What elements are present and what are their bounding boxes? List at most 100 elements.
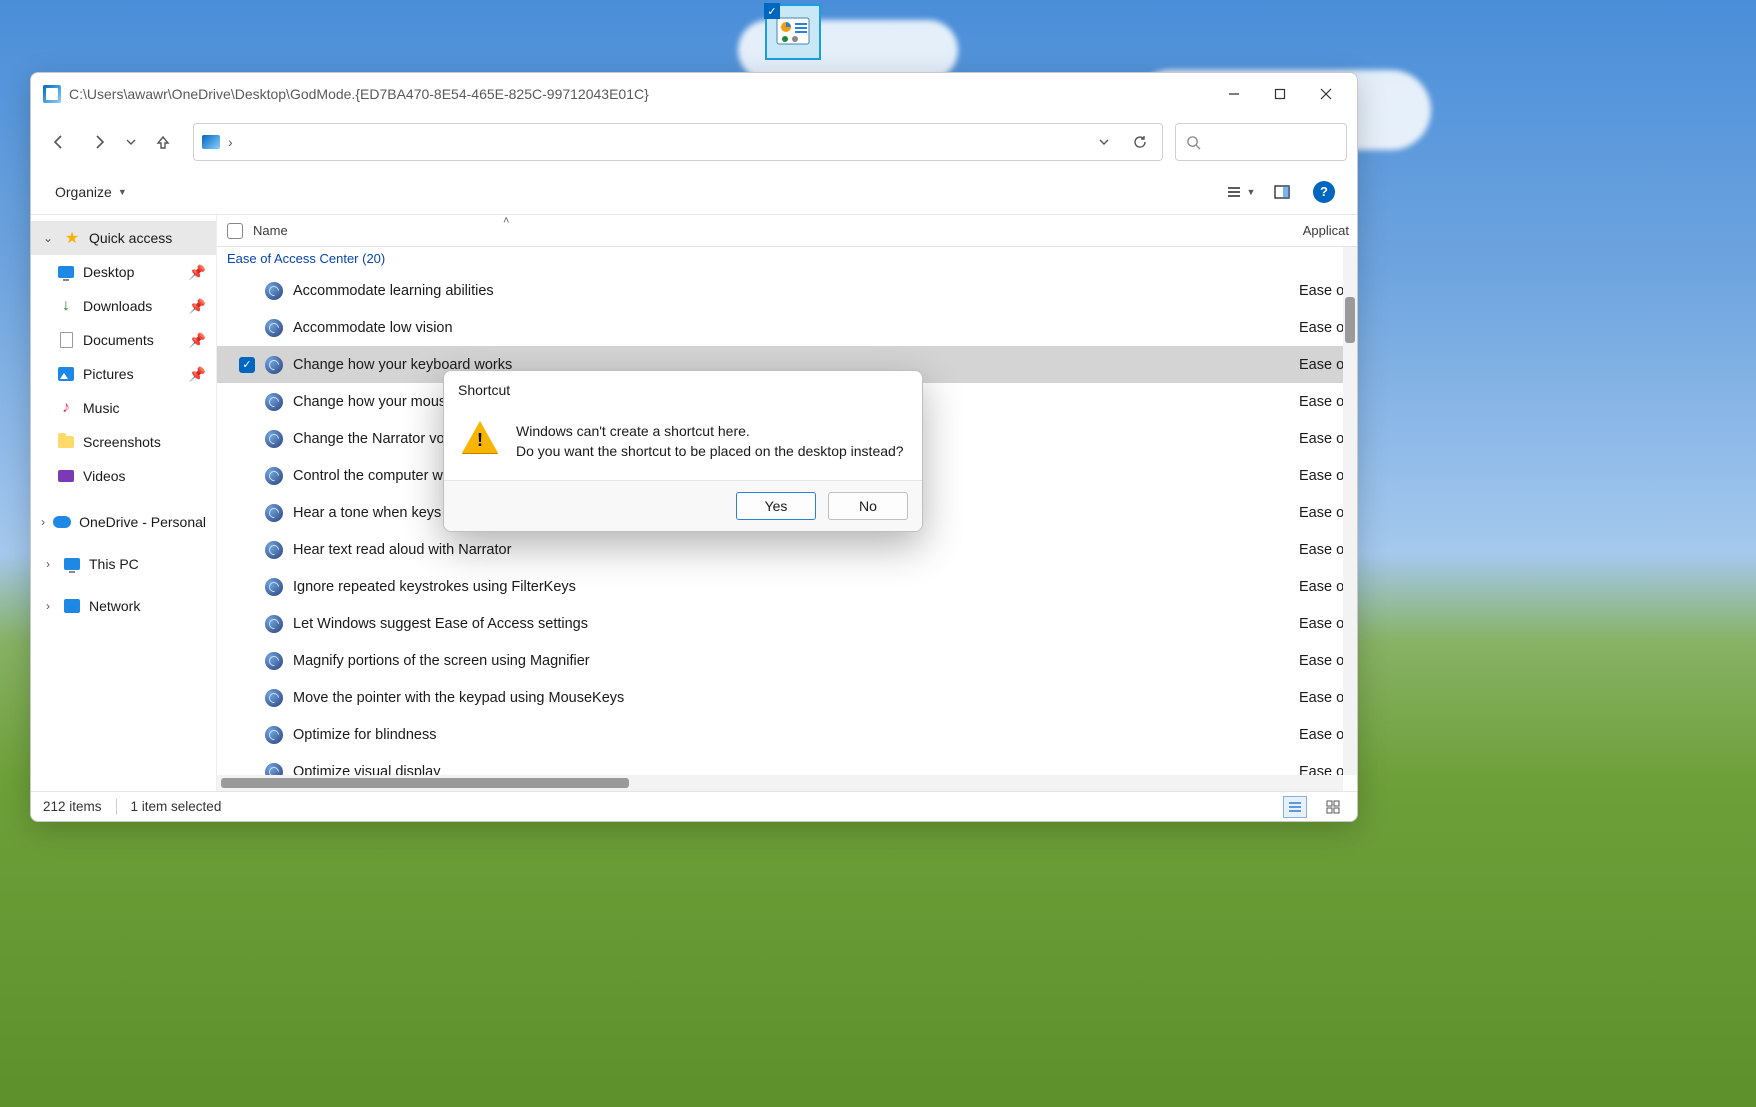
separator	[116, 799, 117, 815]
navigation-pane: ⌄ ★ Quick access Desktop 📌 ↓ Downloads 📌…	[31, 215, 217, 791]
item-name: Optimize visual display	[293, 764, 1289, 776]
videos-icon	[58, 470, 74, 482]
up-button[interactable]	[145, 124, 181, 160]
back-button[interactable]	[41, 124, 77, 160]
list-item[interactable]: Optimize for blindnessEase of	[217, 716, 1357, 753]
column-header-application[interactable]: Applicat	[1303, 223, 1357, 238]
select-all-checkbox[interactable]	[227, 223, 243, 239]
control-panel-item-icon	[265, 319, 283, 337]
warning-icon: !	[462, 421, 498, 455]
control-panel-item-icon	[265, 356, 283, 374]
list-item[interactable]: Magnify portions of the screen using Mag…	[217, 642, 1357, 679]
chevron-right-icon: ›	[41, 557, 55, 571]
no-button[interactable]: No	[828, 492, 908, 520]
close-button[interactable]	[1303, 79, 1349, 109]
scrollbar-thumb[interactable]	[221, 778, 629, 788]
sidebar-item-videos[interactable]: Videos	[31, 459, 216, 493]
yes-button[interactable]: Yes	[736, 492, 816, 520]
sidebar-item-label: Documents	[83, 332, 154, 348]
search-input[interactable]	[1175, 123, 1347, 161]
download-icon: ↓	[57, 297, 75, 315]
list-item[interactable]: Optimize visual displayEase of	[217, 753, 1357, 775]
control-panel-item-icon	[265, 763, 283, 776]
caret-down-icon: ▼	[118, 187, 127, 197]
breadcrumb-separator-icon: ›	[228, 134, 233, 150]
pictures-icon	[58, 367, 74, 381]
item-name: Let Windows suggest Ease of Access setti…	[293, 616, 1289, 632]
sidebar-item-label: Desktop	[83, 264, 134, 280]
control-panel-item-icon	[265, 282, 283, 300]
organize-menu-button[interactable]: Organize ▼	[47, 180, 135, 204]
group-header[interactable]: Ease of Access Center (20)	[217, 247, 1357, 272]
sidebar-item-desktop[interactable]: Desktop 📌	[31, 255, 216, 289]
thumbnails-view-button[interactable]	[1321, 796, 1345, 818]
list-item[interactable]: Let Windows suggest Ease of Access setti…	[217, 605, 1357, 642]
minimize-button[interactable]	[1211, 79, 1257, 109]
titlebar[interactable]: C:\Users\awawr\OneDrive\Desktop\GodMode.…	[31, 73, 1357, 115]
view-options-button[interactable]: ▼	[1223, 175, 1257, 209]
forward-button[interactable]	[81, 124, 117, 160]
column-header-row: Name ˄ Applicat	[217, 215, 1357, 247]
details-view-button[interactable]	[1283, 796, 1307, 818]
control-panel-item-icon	[265, 689, 283, 707]
vertical-scrollbar[interactable]	[1343, 247, 1357, 775]
item-name: Move the pointer with the keypad using M…	[293, 690, 1289, 706]
location-icon	[202, 135, 220, 149]
list-item[interactable]: Hear text read aloud with NarratorEase o…	[217, 531, 1357, 568]
recent-locations-button[interactable]	[121, 124, 141, 160]
list-item[interactable]: Move the pointer with the keypad using M…	[217, 679, 1357, 716]
chevron-right-icon: ›	[41, 599, 55, 613]
refresh-button[interactable]	[1126, 134, 1154, 150]
control-panel-item-icon	[265, 467, 283, 485]
control-panel-item-icon	[265, 652, 283, 670]
pin-icon: 📌	[189, 332, 206, 349]
sidebar-item-network[interactable]: › Network	[31, 589, 216, 623]
item-name: Hear text read aloud with Narrator	[293, 542, 1289, 558]
preview-pane-button[interactable]	[1265, 175, 1299, 209]
address-dropdown-button[interactable]	[1090, 136, 1118, 148]
dialog-title: Shortcut	[444, 371, 922, 409]
list-item[interactable]: Accommodate learning abilitiesEase of	[217, 272, 1357, 309]
item-name: Magnify portions of the screen using Mag…	[293, 653, 1289, 669]
navigation-bar: ›	[31, 115, 1357, 169]
sidebar-item-pictures[interactable]: Pictures 📌	[31, 357, 216, 391]
list-item[interactable]: Ignore repeated keystrokes using FilterK…	[217, 568, 1357, 605]
scrollbar-thumb[interactable]	[1345, 297, 1355, 343]
sidebar-item-label: OneDrive - Personal	[79, 514, 206, 530]
desktop-godmode-icon[interactable]: ✓	[765, 4, 821, 60]
sidebar-item-label: Videos	[83, 468, 126, 484]
sidebar-item-documents[interactable]: Documents 📌	[31, 323, 216, 357]
sidebar-item-this-pc[interactable]: › This PC	[31, 547, 216, 581]
control-panel-item-icon	[265, 504, 283, 522]
selection-check-icon: ✓	[764, 3, 780, 19]
chevron-down-icon: ⌄	[41, 231, 55, 245]
horizontal-scrollbar[interactable]	[217, 775, 1343, 791]
search-icon	[1186, 135, 1201, 150]
network-icon	[64, 599, 80, 613]
sidebar-item-label: Pictures	[83, 366, 134, 382]
control-panel-item-icon	[265, 541, 283, 559]
sidebar-item-screenshots[interactable]: Screenshots	[31, 425, 216, 459]
maximize-button[interactable]	[1257, 79, 1303, 109]
quick-access-header[interactable]: ⌄ ★ Quick access	[31, 221, 216, 255]
sidebar-item-onedrive[interactable]: › OneDrive - Personal	[31, 505, 216, 539]
item-name: Accommodate learning abilities	[293, 283, 1289, 299]
control-panel-item-icon	[265, 578, 283, 596]
sidebar-item-music[interactable]: ♪ Music	[31, 391, 216, 425]
shortcut-dialog: Shortcut ! Windows can't create a shortc…	[443, 370, 923, 532]
row-checkbox[interactable]: ✓	[239, 357, 255, 373]
sidebar-item-label: Screenshots	[83, 434, 161, 450]
item-count: 212 items	[43, 799, 102, 814]
window-title: C:\Users\awawr\OneDrive\Desktop\GodMode.…	[69, 86, 1211, 102]
sidebar-item-downloads[interactable]: ↓ Downloads 📌	[31, 289, 216, 323]
column-header-name[interactable]: Name ˄	[253, 223, 773, 238]
item-name: Ignore repeated keystrokes using FilterK…	[293, 579, 1289, 595]
onedrive-icon	[53, 516, 71, 528]
list-item[interactable]: Accommodate low visionEase of	[217, 309, 1357, 346]
control-panel-item-icon	[265, 726, 283, 744]
help-button[interactable]: ?	[1307, 175, 1341, 209]
folder-icon	[58, 436, 74, 448]
address-bar[interactable]: ›	[193, 123, 1163, 161]
pc-icon	[64, 558, 80, 570]
help-icon: ?	[1313, 181, 1335, 203]
